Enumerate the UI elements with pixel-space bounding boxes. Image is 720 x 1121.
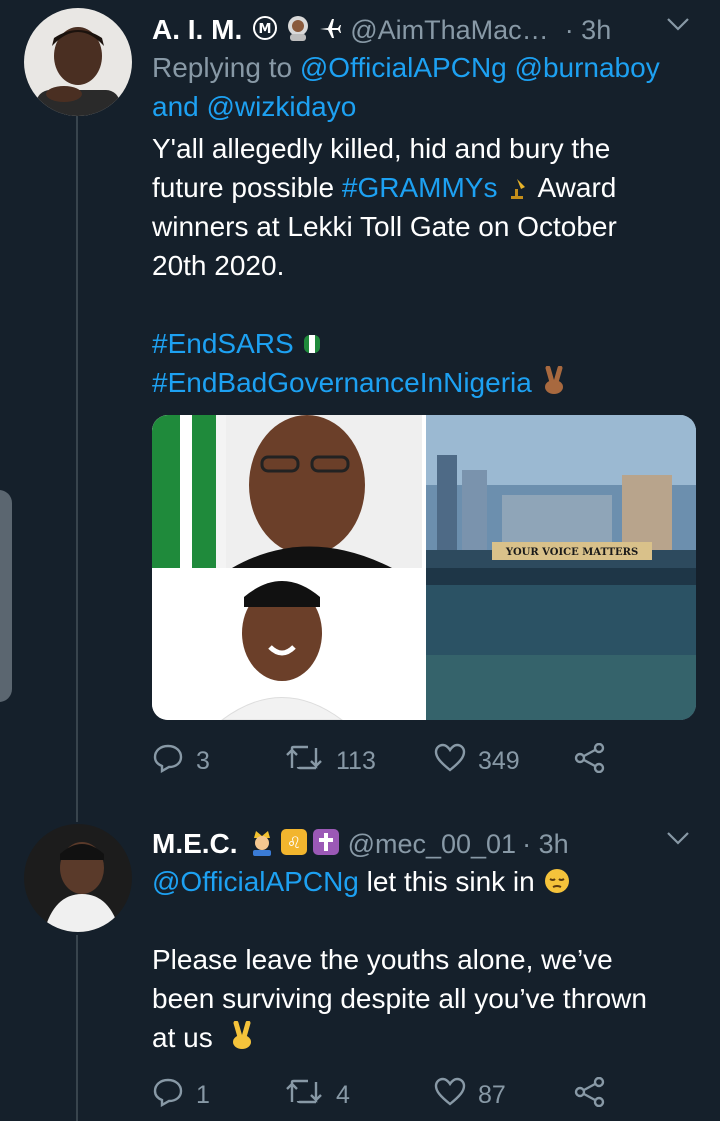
avatar[interactable] <box>24 824 132 932</box>
tweet-text: future possible <box>152 172 342 203</box>
tweet-body: Y'all allegedly killed, hid and bury the… <box>152 129 690 285</box>
mention-link[interactable]: @burnaboy <box>515 52 660 83</box>
reply-button[interactable]: 3 <box>152 743 284 780</box>
tweet-media[interactable]: YOUR VOICE MATTERS <box>152 415 696 720</box>
verified-m-icon: M <box>252 15 278 46</box>
retweet-count: 113 <box>336 746 376 775</box>
chevron-down-icon[interactable] <box>666 830 690 851</box>
tweet-actions: 3 113 349 <box>152 741 700 781</box>
like-button[interactable]: 87 <box>434 1077 574 1114</box>
author-handle[interactable]: @mec_00_01 <box>348 829 517 860</box>
gramophone-icon <box>505 172 531 199</box>
retweet-icon <box>284 744 324 779</box>
tweet-text: 20th 2020. <box>152 250 285 281</box>
mention-link[interactable]: @wizkidayo <box>207 91 357 122</box>
share-icon <box>574 742 606 780</box>
retweet-button[interactable]: 4 <box>284 1078 434 1113</box>
share-button[interactable] <box>574 742 606 780</box>
chevron-down-icon[interactable] <box>666 16 690 37</box>
svg-text:♌: ♌ <box>286 833 300 852</box>
avatar[interactable] <box>24 8 132 116</box>
cross-icon <box>312 828 340 861</box>
and-label: and <box>152 91 207 122</box>
retweet-icon <box>284 1078 324 1113</box>
tweet[interactable]: M.E.C. ♌ @mec_00_01 · 3h @OfficialAPCNg … <box>0 822 720 1121</box>
share-button[interactable] <box>574 1076 606 1114</box>
tweet-text: Please leave the youths alone, we’ve <box>152 944 613 975</box>
hashtags: #EndSARS #EndBadGovernanceInNigeria <box>152 324 690 402</box>
mention-link[interactable]: @OfficialAPCNg <box>152 866 359 897</box>
your-voice-matters-banner: YOUR VOICE MATTERS <box>505 547 638 558</box>
pensive-face-icon <box>543 866 569 893</box>
hashtag-link[interactable]: #GRAMMYs <box>342 172 498 203</box>
reply-button[interactable]: 1 <box>152 1077 284 1114</box>
prince-emoji-icon <box>248 828 276 861</box>
tweet-header: A. I. M. M @AimThaMac… · 3h <box>152 8 720 52</box>
tweet-text: let this sink in <box>358 866 535 897</box>
tweet-text: Award <box>531 172 617 203</box>
leo-zodiac-icon: ♌ <box>280 828 308 861</box>
share-icon <box>574 1076 606 1114</box>
like-count: 349 <box>478 746 520 775</box>
victory-hand-icon <box>228 1020 254 1049</box>
raised-fist-flag-icon <box>301 328 327 354</box>
svg-text:M: M <box>259 22 272 37</box>
retweet-count: 4 <box>336 1080 350 1109</box>
author-name[interactable]: M.E.C. <box>152 828 238 860</box>
timestamp[interactable]: · 3h <box>522 829 569 860</box>
heart-icon <box>434 1077 466 1114</box>
tweet-text: at us <box>152 1022 213 1053</box>
hashtag-link[interactable]: #EndSARS <box>152 328 294 359</box>
retweet-button[interactable]: 113 <box>284 744 434 779</box>
author-name[interactable]: A. I. M. <box>152 14 242 46</box>
tweet[interactable]: A. I. M. M @AimThaMac… · 3h Replying to … <box>0 8 720 798</box>
timestamp[interactable]: · 3h <box>565 15 612 46</box>
mention-link[interactable]: @OfficialAPCNg <box>300 52 507 83</box>
heart-icon <box>434 743 466 780</box>
author-handle[interactable]: @AimThaMac… <box>350 15 548 46</box>
hashtag-link[interactable]: #EndBadGovernanceInNigeria <box>152 367 532 398</box>
reply-context: Replying to @OfficialAPCNg @burnaboy and… <box>152 48 690 126</box>
reply-count: 3 <box>196 746 210 775</box>
tweet-text: Y'all allegedly killed, hid and bury the <box>152 133 611 164</box>
astronaut-emoji-icon <box>284 14 312 47</box>
victory-hand-icon <box>540 365 566 394</box>
tweet-text: been surviving despite all you’ve thrown <box>152 983 647 1014</box>
like-count: 87 <box>478 1080 506 1109</box>
tweet-header: M.E.C. ♌ @mec_00_01 · 3h <box>152 822 720 866</box>
tweet-text: winners at Lekki Toll Gate on October <box>152 211 617 242</box>
replying-to-label: Replying to <box>152 52 300 83</box>
airplane-icon <box>318 16 342 45</box>
reply-count: 1 <box>196 1080 210 1109</box>
tweet-body: @OfficialAPCNg let this sink in Please l… <box>152 862 690 1057</box>
like-button[interactable]: 349 <box>434 743 574 780</box>
reply-icon <box>152 743 184 780</box>
tweet-actions: 1 4 87 <box>152 1075 700 1115</box>
reply-icon <box>152 1077 184 1114</box>
